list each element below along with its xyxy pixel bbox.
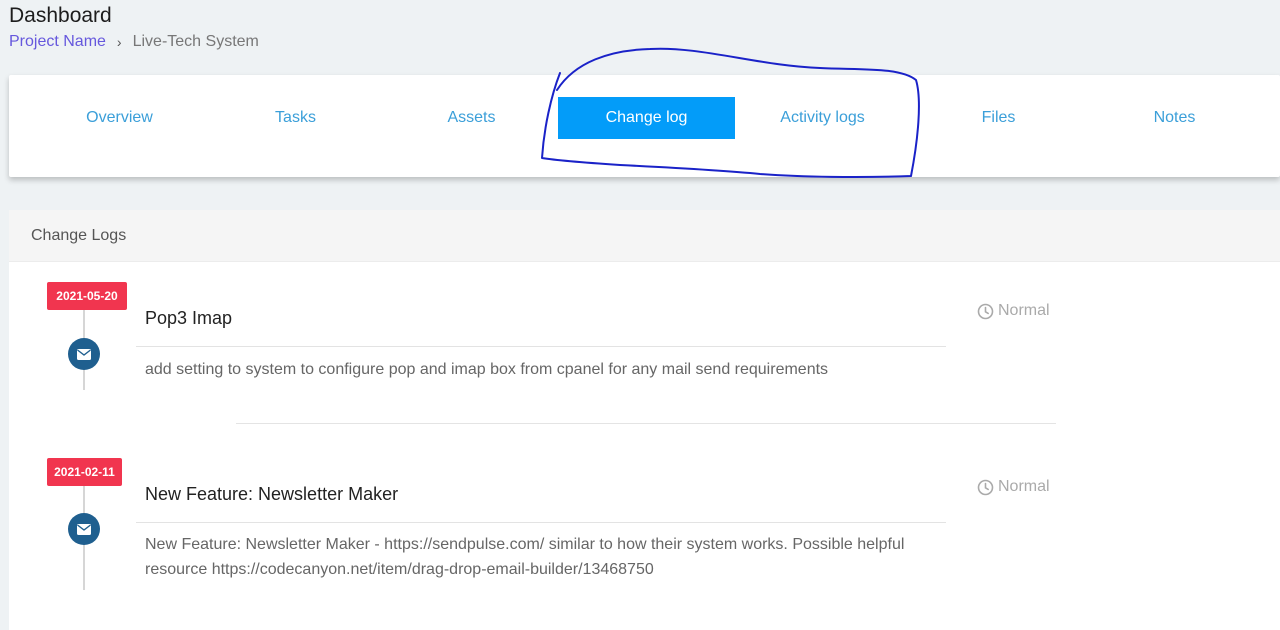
clock-icon <box>977 479 994 495</box>
entry-divider <box>136 522 946 523</box>
priority-text: Normal <box>998 302 1050 319</box>
breadcrumb-current: Live-Tech System <box>132 33 259 50</box>
project-tabs: Overview Tasks Assets Change log Activit… <box>9 75 1280 177</box>
entry-description: add setting to system to configure pop a… <box>145 361 829 378</box>
date-badge: 2021-05-20 <box>47 282 127 310</box>
tab-change-log[interactable]: Change log <box>558 97 735 139</box>
priority-label: Normal <box>977 302 1050 320</box>
entry-title: New Feature: Newsletter Maker <box>145 484 399 504</box>
priority-label: Normal <box>977 478 1050 496</box>
mail-icon <box>68 338 100 370</box>
page-header: Dashboard Project Name › Live-Tech Syste… <box>9 4 259 51</box>
breadcrumb-project-link[interactable]: Project Name <box>9 33 106 51</box>
breadcrumb-separator: › <box>116 34 122 50</box>
clock-icon <box>977 303 994 319</box>
entry-title: Pop3 Imap <box>145 308 233 328</box>
date-badge: 2021-02-11 <box>47 458 122 486</box>
change-logs-header: Change Logs <box>9 210 1280 262</box>
entry-description: New Feature: Newsletter Maker - https://… <box>145 536 905 578</box>
priority-text: Normal <box>998 478 1050 495</box>
tab-activity-logs[interactable]: Activity logs <box>734 97 911 139</box>
tab-tasks[interactable]: Tasks <box>207 97 384 139</box>
tab-files[interactable]: Files <box>910 97 1087 139</box>
tab-assets[interactable]: Assets <box>383 97 560 139</box>
tab-overview[interactable]: Overview <box>31 97 208 139</box>
breadcrumb: Project Name › Live-Tech System <box>9 33 259 51</box>
entry-divider <box>136 346 946 347</box>
page-title: Dashboard <box>9 4 112 27</box>
tab-notes[interactable]: Notes <box>1086 97 1263 139</box>
entry-separator <box>236 423 1056 424</box>
mail-icon <box>68 513 100 545</box>
change-logs-card: Change Logs 2021-05-20 Pop3 Imap add set… <box>9 210 1280 630</box>
